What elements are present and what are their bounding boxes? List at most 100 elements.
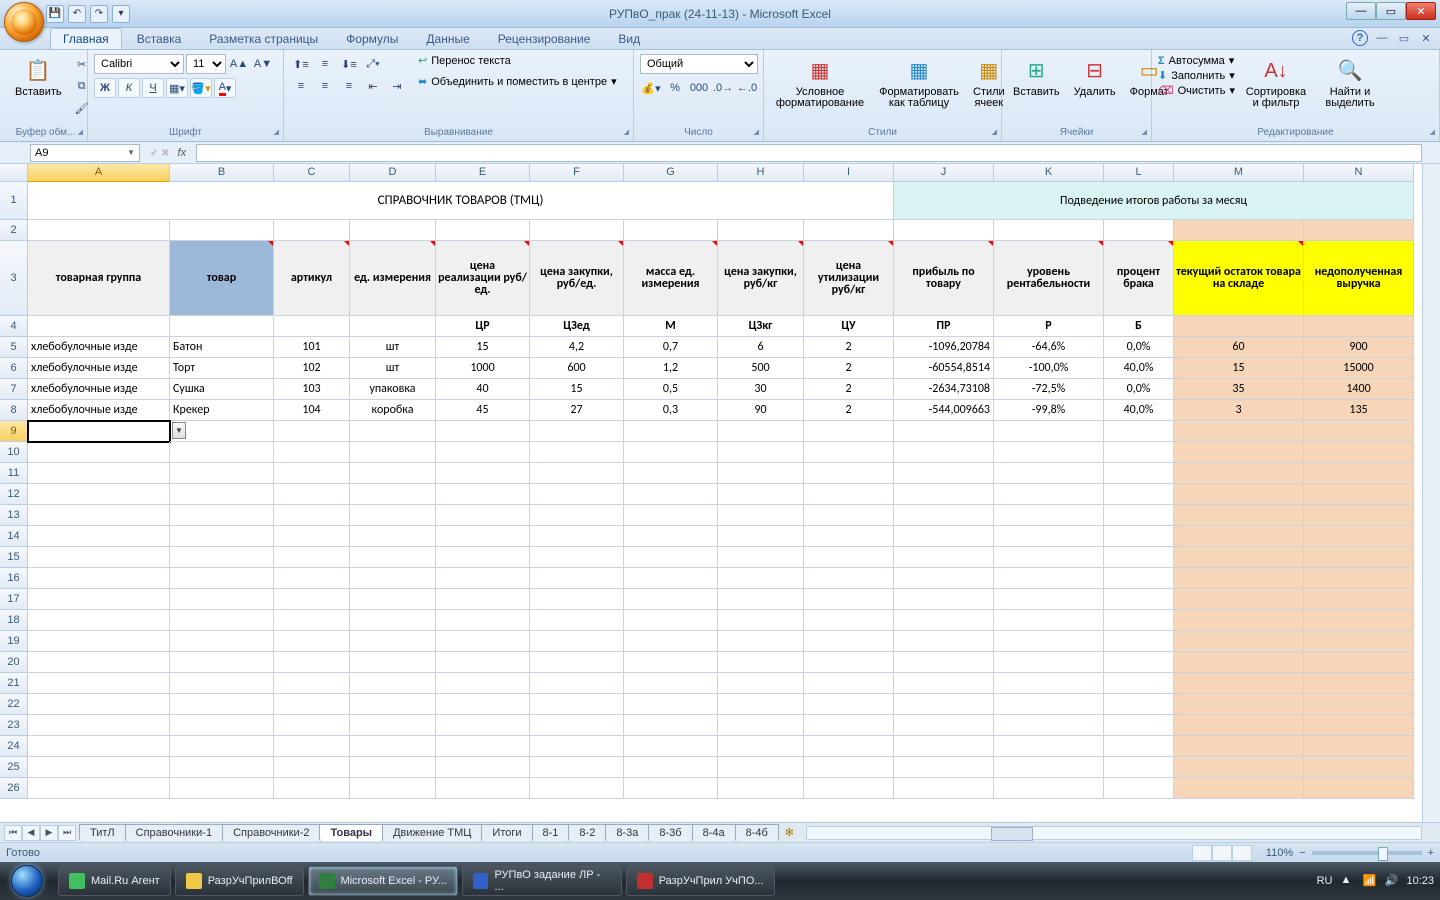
row-header[interactable]: 18 — [0, 610, 28, 631]
cell[interactable] — [624, 220, 718, 241]
cell[interactable]: 1400 — [1304, 379, 1414, 400]
cell[interactable] — [28, 778, 170, 799]
cell[interactable] — [436, 463, 530, 484]
cell[interactable] — [624, 589, 718, 610]
cell[interactable] — [894, 610, 994, 631]
cell[interactable]: ЦР — [436, 316, 530, 337]
cell[interactable]: -2634,73108 — [894, 379, 994, 400]
cell[interactable] — [1104, 715, 1174, 736]
ribbon-tab[interactable]: Данные — [413, 28, 482, 49]
vertical-scrollbar[interactable] — [1422, 164, 1440, 824]
cell[interactable] — [804, 778, 894, 799]
cell[interactable] — [436, 736, 530, 757]
column-header[interactable]: H — [718, 164, 804, 182]
cell[interactable]: 135 — [1304, 400, 1414, 421]
grow-font-icon[interactable]: A▲ — [228, 54, 250, 74]
cell[interactable]: прибыль по товару — [894, 241, 994, 316]
merge-center-button[interactable]: ⬌ Объединить и поместить в центре ▾ — [418, 75, 617, 88]
cell[interactable] — [170, 505, 274, 526]
currency-icon[interactable]: 💰▾ — [640, 78, 662, 98]
number-format-select[interactable]: Общий — [640, 54, 758, 74]
column-header[interactable]: K — [994, 164, 1104, 182]
close-button[interactable]: ✕ — [1406, 2, 1436, 20]
cell[interactable]: товар — [170, 241, 274, 316]
cell[interactable] — [1104, 526, 1174, 547]
cell[interactable] — [994, 778, 1104, 799]
ribbon-tab[interactable]: Главная — [50, 28, 122, 49]
cell[interactable] — [530, 652, 624, 673]
cell[interactable] — [28, 673, 170, 694]
cell[interactable] — [350, 484, 436, 505]
cell[interactable] — [994, 694, 1104, 715]
italic-button[interactable]: К — [118, 78, 140, 98]
fill-button[interactable]: ⬇Заполнить▾ — [1158, 69, 1235, 82]
cell[interactable] — [436, 220, 530, 241]
cell[interactable] — [804, 442, 894, 463]
cell[interactable] — [894, 526, 994, 547]
cell[interactable]: 6 — [718, 337, 804, 358]
cell[interactable] — [1104, 463, 1174, 484]
cell[interactable] — [436, 526, 530, 547]
cell[interactable]: 101 — [274, 337, 350, 358]
cell[interactable] — [804, 673, 894, 694]
cell[interactable]: артикул — [274, 241, 350, 316]
cell[interactable]: хлебобулочные изде — [28, 379, 170, 400]
cell[interactable] — [274, 463, 350, 484]
format-as-table-button[interactable]: ▦Форматировать как таблицу — [874, 54, 964, 112]
cell[interactable] — [274, 778, 350, 799]
cell[interactable] — [624, 505, 718, 526]
cell[interactable] — [718, 715, 804, 736]
cell[interactable] — [350, 610, 436, 631]
cell[interactable]: Подведение итогов работы за месяц — [894, 182, 1414, 220]
cell[interactable] — [804, 484, 894, 505]
cell[interactable] — [804, 463, 894, 484]
cell[interactable] — [350, 442, 436, 463]
maximize-button[interactable]: ▭ — [1376, 2, 1406, 20]
cell[interactable]: недополученная выручка — [1304, 241, 1414, 316]
cell[interactable]: шт — [350, 358, 436, 379]
cell[interactable] — [436, 589, 530, 610]
cell[interactable] — [1174, 568, 1304, 589]
align-bottom-icon[interactable]: ⬇≡ — [338, 54, 360, 74]
bold-button[interactable]: Ж — [94, 78, 116, 98]
cell[interactable]: -1096,20784 — [894, 337, 994, 358]
cell[interactable] — [170, 610, 274, 631]
cell[interactable] — [436, 694, 530, 715]
cell[interactable] — [350, 631, 436, 652]
row-header[interactable]: 21 — [0, 673, 28, 694]
cell[interactable]: 0,5 — [624, 379, 718, 400]
tray-flag-icon[interactable]: ▲ — [1340, 874, 1354, 888]
column-header[interactable]: M — [1174, 164, 1304, 182]
cell[interactable] — [436, 652, 530, 673]
cell[interactable] — [718, 421, 804, 442]
cell[interactable] — [1174, 316, 1304, 337]
cell[interactable]: ЦУ — [804, 316, 894, 337]
data-validation-dropdown[interactable]: ▼ — [172, 422, 186, 439]
cell[interactable] — [436, 631, 530, 652]
indent-inc-icon[interactable]: ⇥ — [386, 76, 408, 96]
shrink-font-icon[interactable]: A▼ — [252, 54, 274, 74]
cell[interactable] — [350, 505, 436, 526]
cell[interactable] — [436, 568, 530, 589]
sheet-tab[interactable]: 8-4б — [735, 824, 779, 841]
cell[interactable] — [350, 463, 436, 484]
ribbon-tab[interactable]: Разметка страницы — [196, 28, 331, 49]
cell[interactable]: -99,8% — [994, 400, 1104, 421]
column-header[interactable]: D — [350, 164, 436, 182]
column-header[interactable]: G — [624, 164, 718, 182]
cell[interactable] — [530, 673, 624, 694]
cell[interactable] — [1174, 610, 1304, 631]
row-headers[interactable]: 1234567891011121314151617181920212223242… — [0, 182, 28, 799]
row-header[interactable]: 16 — [0, 568, 28, 589]
cell[interactable] — [1304, 547, 1414, 568]
cell[interactable] — [28, 526, 170, 547]
cell[interactable] — [624, 652, 718, 673]
cell[interactable] — [28, 547, 170, 568]
increase-decimal-icon[interactable]: .0→ — [712, 78, 734, 98]
sheet-tab[interactable]: ТитЛ — [79, 824, 126, 841]
cell[interactable]: процент брака — [1104, 241, 1174, 316]
cell[interactable] — [274, 694, 350, 715]
cell[interactable] — [170, 652, 274, 673]
cell[interactable] — [1104, 484, 1174, 505]
cell[interactable] — [624, 757, 718, 778]
